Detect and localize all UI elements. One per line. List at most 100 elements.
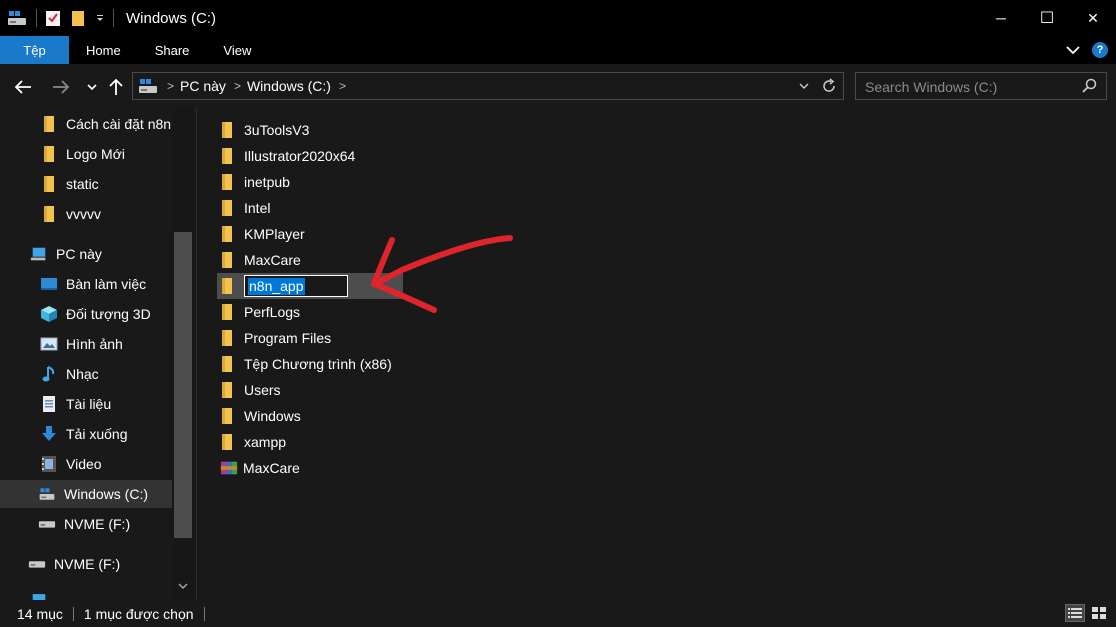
sidebar-item-nvme-f-external[interactable]: NVME (F:) bbox=[0, 550, 172, 578]
ribbon-tabs: Tệp Home Share View ? bbox=[0, 36, 1116, 64]
sidebar-scrollbar-thumb[interactable] bbox=[174, 232, 192, 538]
drive-icon bbox=[28, 555, 46, 573]
properties-icon[interactable] bbox=[45, 0, 61, 36]
folder-icon bbox=[221, 355, 239, 373]
forward-arrow-icon[interactable] bbox=[50, 76, 72, 98]
sidebar-item-static[interactable]: static bbox=[0, 170, 172, 198]
list-item[interactable]: inetpub bbox=[217, 169, 403, 195]
refresh-icon[interactable] bbox=[815, 78, 843, 94]
details-view-icon[interactable] bbox=[1065, 604, 1085, 622]
tab-share[interactable]: Share bbox=[138, 36, 207, 64]
file-name: inetpub bbox=[244, 174, 290, 190]
document-icon bbox=[40, 395, 58, 413]
list-item[interactable]: Illustrator2020x64 bbox=[217, 143, 403, 169]
sidebar-item-label: static bbox=[66, 176, 99, 192]
file-name: Windows bbox=[244, 408, 301, 424]
toolbar-separator bbox=[36, 9, 37, 27]
cube-icon bbox=[40, 305, 58, 323]
tab-home[interactable]: Home bbox=[69, 36, 138, 64]
file-list: 3uToolsV3 Illustrator2020x64 inetpub Int… bbox=[197, 108, 1116, 600]
drive-icon[interactable] bbox=[6, 0, 28, 36]
title-bar: Windows (C:) ─ ☐ ✕ bbox=[0, 0, 1116, 36]
back-arrow-icon[interactable] bbox=[12, 76, 34, 98]
folder-icon bbox=[221, 173, 239, 191]
sidebar-item-downloads[interactable]: Tải xuống bbox=[0, 420, 172, 448]
new-folder-icon[interactable] bbox=[71, 0, 85, 36]
expand-ribbon-icon[interactable] bbox=[1066, 42, 1080, 58]
breadcrumb-chevron-icon[interactable]: > bbox=[234, 79, 241, 93]
search-input[interactable]: Search Windows (C:) bbox=[855, 72, 1107, 100]
file-name: xampp bbox=[244, 434, 287, 450]
maximize-button[interactable]: ☐ bbox=[1024, 0, 1070, 36]
file-name: Program Files bbox=[244, 330, 332, 346]
folder-icon bbox=[221, 433, 239, 451]
rename-selected-text: n8n_app bbox=[248, 277, 305, 295]
sidebar-item-vvvvv[interactable]: vvvvv bbox=[0, 200, 172, 228]
file-name: Tệp Chương trình (x86) bbox=[244, 356, 392, 372]
rename-input[interactable]: n8n_app bbox=[244, 275, 348, 297]
folder-icon bbox=[221, 381, 239, 399]
sidebar-item-music[interactable]: Nhạc bbox=[0, 360, 172, 388]
address-bar[interactable]: > PC này > Windows (C:) > bbox=[132, 72, 844, 100]
folder-icon bbox=[40, 145, 58, 163]
list-item[interactable]: 3uToolsV3 bbox=[217, 117, 403, 143]
large-icons-view-icon[interactable] bbox=[1090, 605, 1108, 621]
navigation-pane: Cách cài đặt n8n Logo Mới static vvvvv P… bbox=[0, 108, 194, 600]
folder-icon bbox=[221, 225, 239, 243]
sidebar-item-3d-objects[interactable]: Đối tượng 3D bbox=[0, 300, 172, 328]
close-button[interactable]: ✕ bbox=[1070, 0, 1116, 36]
recent-locations-icon[interactable] bbox=[84, 76, 100, 98]
status-separator bbox=[203, 606, 205, 621]
list-item[interactable]: MaxCare bbox=[217, 455, 403, 481]
list-item[interactable]: Program Files bbox=[217, 325, 403, 351]
window-controls: ─ ☐ ✕ bbox=[978, 0, 1116, 36]
breadcrumb-drive[interactable]: Windows (C:) bbox=[247, 78, 331, 94]
breadcrumb-pc[interactable]: PC này bbox=[180, 78, 226, 94]
quick-access-toolbar bbox=[0, 0, 122, 36]
search-placeholder: Search Windows (C:) bbox=[865, 79, 998, 95]
scroll-down-icon[interactable] bbox=[178, 582, 188, 593]
sidebar-item-documents[interactable]: Tài liệu bbox=[0, 390, 172, 418]
tab-view[interactable]: View bbox=[206, 36, 268, 64]
folder-icon bbox=[221, 121, 239, 139]
sidebar-item-network-partial[interactable] bbox=[0, 586, 172, 600]
sidebar-item-cach-cai-dat-n8n[interactable]: Cách cài đặt n8n bbox=[0, 110, 172, 138]
file-name: Users bbox=[244, 382, 281, 398]
up-arrow-icon[interactable] bbox=[106, 76, 126, 98]
file-name: KMPlayer bbox=[244, 226, 305, 242]
sidebar-item-desktop[interactable]: Bàn làm việc bbox=[0, 270, 172, 298]
minimize-button[interactable]: ─ bbox=[978, 0, 1024, 36]
folder-icon bbox=[221, 277, 239, 295]
list-item[interactable]: xampp bbox=[217, 429, 403, 455]
tab-file[interactable]: Tệp bbox=[0, 36, 69, 64]
address-history-icon[interactable] bbox=[793, 82, 815, 90]
search-icon bbox=[1082, 78, 1098, 97]
sidebar-item-logo-moi[interactable]: Logo Mới bbox=[0, 140, 172, 168]
list-item[interactable]: Intel bbox=[217, 195, 403, 221]
drive-icon bbox=[38, 515, 56, 533]
breadcrumb-chevron-icon[interactable]: > bbox=[339, 79, 346, 93]
sidebar-item-nvme-f[interactable]: NVME (F:) bbox=[0, 510, 172, 538]
folder-icon bbox=[40, 175, 58, 193]
customize-toolbar-icon[interactable] bbox=[95, 0, 105, 36]
network-icon bbox=[30, 586, 48, 600]
sidebar-item-windows-c[interactable]: Windows (C:) bbox=[0, 480, 172, 508]
list-item[interactable]: Windows bbox=[217, 403, 403, 429]
breadcrumb-chevron-icon[interactable]: > bbox=[167, 79, 174, 93]
sidebar-item-label: NVME (F:) bbox=[64, 516, 131, 532]
toolbar-separator bbox=[113, 9, 114, 27]
computer-icon bbox=[30, 245, 48, 263]
sidebar-item-label: Video bbox=[66, 456, 102, 472]
system-drive-icon bbox=[38, 485, 56, 503]
sidebar-item-pictures[interactable]: Hình ảnh bbox=[0, 330, 172, 358]
file-name: Illustrator2020x64 bbox=[244, 148, 356, 164]
sidebar-item-videos[interactable]: Video bbox=[0, 450, 172, 478]
list-item[interactable]: Tệp Chương trình (x86) bbox=[217, 351, 437, 377]
folder-icon bbox=[221, 199, 239, 217]
sidebar-item-label: Windows (C:) bbox=[64, 486, 149, 502]
sidebar-item-label: Hình ảnh bbox=[66, 336, 123, 352]
list-item[interactable]: Users bbox=[217, 377, 403, 403]
sidebar-item-this-pc[interactable]: PC này bbox=[0, 240, 172, 268]
status-separator bbox=[72, 606, 74, 621]
help-icon[interactable]: ? bbox=[1092, 42, 1108, 58]
